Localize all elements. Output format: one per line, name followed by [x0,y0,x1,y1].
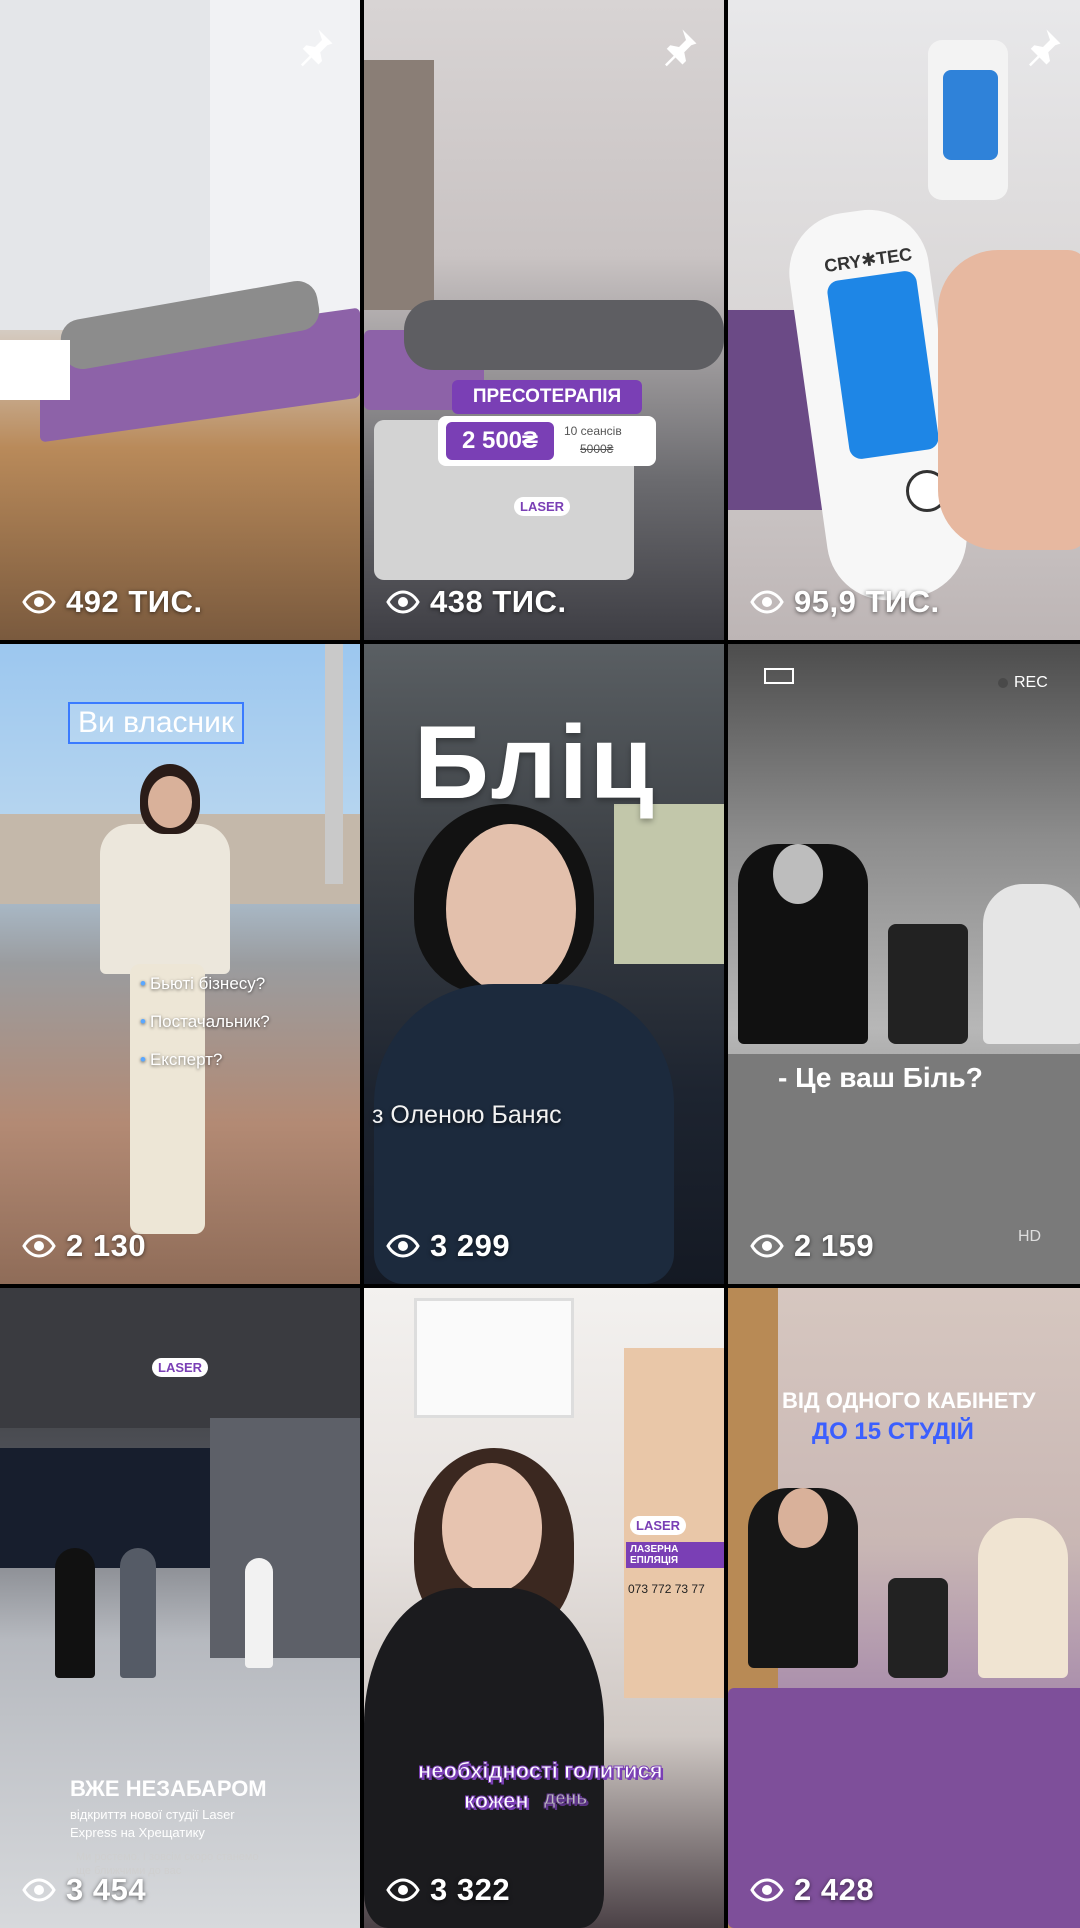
person-face [773,844,823,904]
car-window [614,804,724,964]
question-2: Постачальник? [140,1012,270,1032]
headline: Бліц [414,705,656,821]
poster-brand: LASER [630,1516,687,1535]
promo-price: 2 500₴ [446,422,554,460]
reel-tile-5[interactable]: Бліц з Оленою Баняс 3 299 [364,644,724,1284]
eye-icon [386,590,420,614]
eye-icon [386,1234,420,1258]
reel-tile-6[interactable]: REC - Це ваш Біль? HD 2 159 [728,644,1080,1284]
headline: Ви власник [68,702,244,744]
eye-icon [750,1878,784,1902]
person-face [446,824,576,994]
caption-line-2-tail: день [543,1788,588,1809]
view-count: 3 322 [386,1872,510,1908]
view-count-text: 3 299 [430,1228,511,1263]
caption: з Оленою Баняс [372,1101,562,1129]
pole [325,644,343,884]
title-line-2: ДО 15 СТУДІЙ [812,1418,974,1445]
question-1: Бьюті бізнесу? [140,974,265,994]
view-count-text: 2 130 [66,1228,147,1263]
view-count-text: 492 ТИС. [66,584,203,619]
promo-old-price: 5000₴ [580,442,614,456]
reel-tile-4[interactable]: Ви власник Бьюті бізнесу? Постачальник? … [0,644,360,1284]
view-count: 3 299 [386,1228,510,1264]
announcement-title: ВЖЕ НЕЗАБАРОМ [70,1776,267,1801]
view-count: 2 428 [750,1872,874,1908]
person-face [148,776,192,828]
title-line-1: ВІД ОДНОГО КАБІНЕТУ [782,1388,1036,1413]
pin-icon [301,29,333,67]
pin-icon [665,29,697,67]
view-count: 2 159 [750,1228,874,1264]
person-face [442,1463,542,1593]
poster-subtitle: ЛАЗЕРНА ЕПІЛЯЦІЯ [626,1542,724,1568]
person-1 [55,1548,95,1678]
caption: - Це ваш Біль? [778,1062,983,1093]
hd-label: HD [1018,1228,1042,1245]
eye-icon [22,590,56,614]
person-face [778,1488,828,1548]
view-count-text: 2 428 [794,1872,875,1907]
eye-icon [386,1878,420,1902]
side-cabinet [0,340,70,400]
brand-logo: LASER [514,497,571,516]
reel-tile-8[interactable]: LASER ЛАЗЕРНА ЕПІЛЯЦІЯ 073 772 73 77 нео… [364,1288,724,1928]
view-count-text: 95,9 ТИС. [794,584,940,619]
wall-panel [0,0,210,330]
brand-logo: LASER [152,1358,209,1377]
reel-tile-1[interactable]: 492 ТИС. [0,0,360,640]
promo-price-card: 2 500₴ 10 сеансів 5000₴ [438,416,656,466]
person-2 [120,1548,156,1678]
person-3 [245,1558,273,1668]
caption-line-2: кожен [464,1788,530,1814]
battery-icon [764,668,794,684]
laser-device [888,924,968,1044]
person-right [978,1518,1068,1678]
laser-device [888,1578,948,1678]
view-count: 492 ТИС. [22,584,203,620]
promo-sessions: 10 сеансів [564,424,622,438]
caption-line-1: необхідності голитися [418,1758,664,1784]
eye-icon [22,1234,56,1258]
hand [938,250,1080,550]
promo-title: ПРЕСОТЕРАПІЯ [452,380,642,414]
pin-icon [1029,29,1061,67]
eye-icon [750,590,784,614]
view-count-text: 3 454 [66,1872,147,1907]
question-3: Експерт? [140,1050,222,1070]
person-skirt [130,964,205,1234]
poster-phone: 073 772 73 77 [628,1582,705,1596]
person-jacket [100,824,230,974]
stair-wall [210,1418,360,1658]
reel-tile-9[interactable]: ВІД ОДНОГО КАБІНЕТУ ДО 15 СТУДІЙ 2 428 [728,1288,1080,1928]
reel-tile-2[interactable]: ПРЕСОТЕРАПІЯ 2 500₴ 10 сеансів 5000₴ LAS… [364,0,724,640]
rec-dot-icon [998,678,1008,688]
view-count-text: 3 322 [430,1872,511,1907]
person-right [983,884,1080,1044]
pressotherapy-suit [404,300,724,370]
wall-dark [0,1448,210,1568]
view-count: 95,9 ТИС. [750,584,940,620]
announcement-subtitle: відкриття нової студії Laser Express на … [70,1807,235,1840]
door [364,60,434,310]
view-count: 438 ТИС. [386,584,567,620]
reel-tile-3[interactable]: CRY✱TEC 95,9 ТИС. [728,0,1080,640]
rec-label: REC [1014,674,1048,691]
eye-icon [750,1234,784,1258]
wall-shelf [414,1298,574,1418]
view-count-text: 438 ТИС. [430,584,567,619]
reels-grid: 492 ТИС. ПРЕСОТЕРАПІЯ 2 500₴ 10 сеансів … [0,0,1080,1928]
view-count: 3 454 [22,1872,146,1908]
view-count: 2 130 [22,1228,146,1264]
view-count-text: 2 159 [794,1228,875,1263]
reel-tile-7[interactable]: LASER ВЖЕ НЕЗАБАРОМ відкриття нової студ… [0,1288,360,1928]
device-screen [943,70,998,160]
eye-icon [22,1878,56,1902]
wall-panel [210,0,360,330]
